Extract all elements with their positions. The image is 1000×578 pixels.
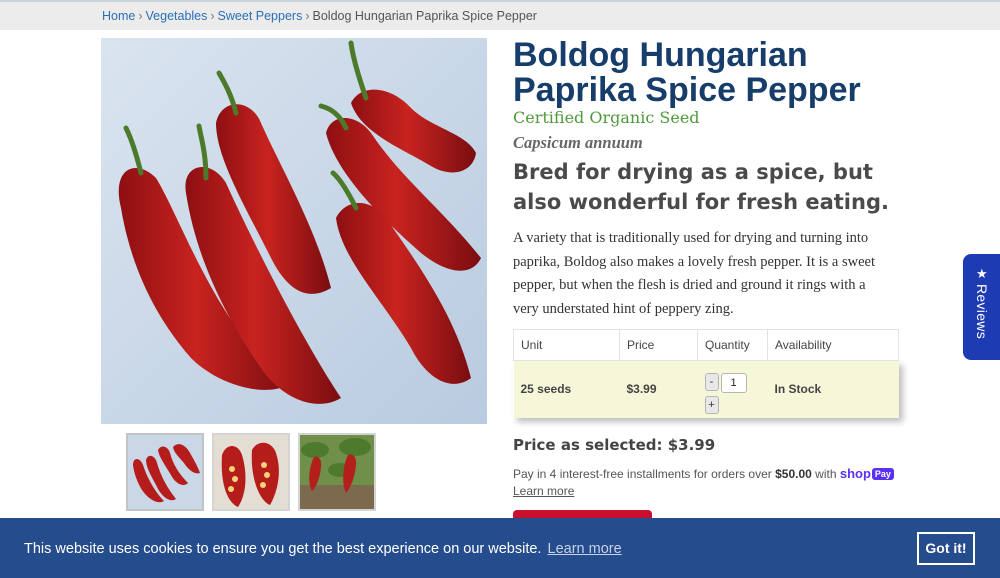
cookie-accept-button[interactable]: Got it! [917, 532, 975, 565]
breadcrumb-vegetables-link[interactable]: Vegetables [146, 9, 208, 23]
reviews-tab[interactable]: ★ Reviews [963, 254, 1000, 360]
quantity-decrement-button[interactable]: - [704, 373, 719, 392]
availability-header: Availability [767, 329, 899, 361]
breadcrumb-separator: › [210, 9, 215, 23]
latin-name: Capsicum annuum [513, 133, 643, 152]
quantity-header: Quantity [697, 329, 768, 361]
breadcrumb-bar: Home › Vegetables › Sweet Peppers › Boldog Hun… [0, 0, 1000, 30]
variant-table-header: Unit Price Quantity Availability [513, 329, 899, 361]
variant-table: Unit Price Quantity Availability 25 seed… [513, 329, 899, 418]
installments-message: Pay in 4 interest-free installments for … [513, 465, 903, 500]
product-description: A variety that is traditionally used for… [513, 230, 875, 317]
cookie-message-text: This website uses cookies to ensure you … [24, 541, 542, 557]
cookie-message: This website uses cookies to ensure you … [24, 541, 622, 557]
breadcrumb-sweet-peppers-link[interactable]: Sweet Peppers [218, 9, 303, 23]
installments-learn-more-link[interactable]: Learn more [513, 484, 574, 498]
installments-threshold: $50.00 [775, 467, 812, 481]
cookie-banner: This website uses cookies to ensure you … [0, 518, 1000, 578]
product-title: Boldog Hungarian Paprika Spice Pepper [513, 36, 861, 109]
unit-cell: 25 seeds [513, 360, 620, 418]
product-thumbnail[interactable] [298, 433, 376, 511]
table-row: 25 seeds $3.99 - 1 + In Stock [513, 360, 899, 418]
quantity-cell: - 1 + [697, 360, 768, 418]
quantity-input[interactable]: 1 [720, 373, 747, 394]
price-cell: $3.99 [619, 360, 698, 418]
availability-cell: In Stock [767, 360, 899, 418]
price-header: Price [619, 329, 698, 361]
star-icon: ★ [976, 266, 988, 281]
price-as-selected: Price as selected: $3.99 [513, 436, 716, 454]
reviews-tab-label: Reviews [974, 284, 990, 340]
quantity-stepper: - 1 + [704, 367, 755, 415]
installments-with: with [815, 467, 837, 481]
unit-header: Unit [513, 329, 620, 361]
cookie-learn-more-link[interactable]: Learn more [548, 541, 622, 557]
installments-text: Pay in 4 interest-free installments for … [513, 467, 772, 481]
certification-label: Certified Organic Seed [513, 108, 700, 127]
product-tagline: Bred for drying as a spice, but also won… [513, 160, 889, 214]
breadcrumb-separator: › [138, 9, 143, 23]
product-thumbnail[interactable] [126, 433, 204, 511]
breadcrumb: Home › Vegetables › Sweet Peppers › Boldog Hun… [102, 9, 537, 23]
product-thumbnail[interactable] [212, 433, 290, 511]
quantity-increment-button[interactable]: + [704, 396, 719, 415]
product-main-image[interactable] [101, 38, 487, 424]
product-page: Home › Vegetables › Sweet Peppers › Boldog Hun… [0, 0, 1000, 578]
shop-pay-logo: shop Pay [840, 465, 894, 482]
breadcrumb-current: Boldog Hungarian Paprika Spice Pepper [312, 9, 537, 23]
shop-pay-wordmark: shop [839, 466, 871, 481]
breadcrumb-home-link[interactable]: Home [102, 9, 135, 23]
breadcrumb-separator: › [305, 9, 310, 23]
shop-pay-badge: Pay [871, 468, 894, 480]
